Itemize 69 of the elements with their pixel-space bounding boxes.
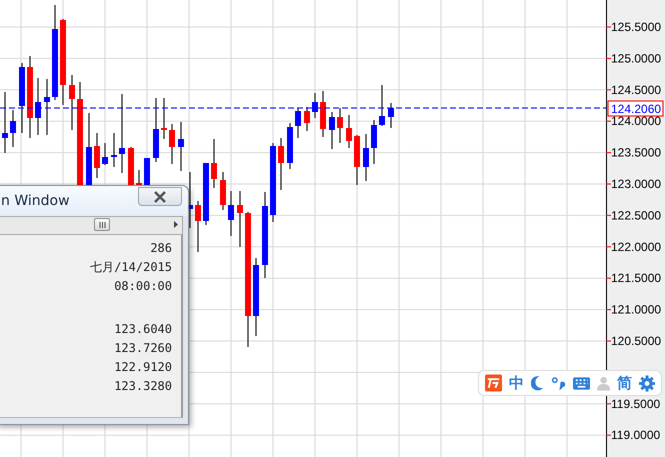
- candle: [19, 62, 25, 134]
- logo-icon[interactable]: [485, 374, 502, 392]
- info-value: 08:00:00: [114, 278, 172, 295]
- right-arrow-icon[interactable]: [174, 221, 178, 228]
- candle: [203, 162, 209, 226]
- info-value: 286: [150, 240, 172, 257]
- candle: [69, 74, 75, 130]
- grip-icon: [98, 222, 106, 228]
- input-mode-toggle[interactable]: 中: [509, 374, 524, 392]
- candle: [211, 138, 217, 188]
- axis-label: 125.0000: [611, 51, 662, 66]
- candle: [44, 78, 50, 136]
- candle: [278, 138, 284, 190]
- candle: [320, 90, 326, 138]
- scroll-thumb[interactable]: [94, 218, 110, 231]
- info-value: 七月/14/2015: [90, 259, 172, 276]
- candle: [94, 132, 100, 178]
- close-icon: [153, 190, 167, 202]
- axis-label: 121.0000: [611, 302, 662, 317]
- axis-label: 124.5000: [611, 82, 662, 97]
- close-button[interactable]: [138, 187, 182, 206]
- candle: [337, 108, 343, 144]
- axis-label: 125.5000: [611, 20, 662, 34]
- price-value: 123.7260: [114, 340, 172, 357]
- price-value: 123.6040: [114, 321, 172, 338]
- script-toggle[interactable]: 简: [616, 374, 632, 392]
- candle: [295, 108, 301, 138]
- candle: [128, 146, 134, 186]
- axis-label: 124.0000: [611, 114, 662, 128]
- axis-label: 123.0000: [611, 177, 662, 191]
- moon-icon[interactable]: [531, 375, 544, 391]
- candle: [228, 190, 234, 236]
- settings-icon[interactable]: [638, 374, 655, 392]
- candle: [178, 122, 184, 172]
- scrollbar[interactable]: [0, 216, 183, 235]
- candle: [153, 98, 159, 162]
- axis-label: 120.5000: [611, 334, 662, 348]
- candle: [10, 110, 16, 148]
- window-title: n Window: [0, 193, 70, 209]
- axis-label: 122.0000: [611, 240, 662, 254]
- candle: [169, 124, 175, 164]
- axis-label: 123.5000: [611, 146, 662, 160]
- candle: [371, 120, 377, 164]
- candle: [388, 102, 394, 128]
- axis-label: 121.5000: [611, 271, 662, 286]
- axis-label: 122.5000: [611, 208, 662, 222]
- candle: [102, 142, 108, 166]
- price-value: 122.9120: [114, 359, 172, 376]
- candle: [329, 112, 335, 150]
- candle: [304, 106, 310, 132]
- axis-label: 119.0000: [611, 428, 660, 442]
- keyboard-icon[interactable]: [572, 376, 590, 390]
- candle: [220, 172, 226, 210]
- candle: [195, 200, 201, 252]
- candle: [2, 92, 8, 154]
- candle: [346, 114, 352, 148]
- axis-label: 119.5000: [611, 396, 660, 411]
- price-value: 123.3280: [114, 378, 172, 395]
- punctuation-icon[interactable]: [551, 376, 566, 390]
- candle: [237, 190, 243, 248]
- candle: [379, 84, 385, 126]
- candle: [312, 92, 318, 118]
- candle: [363, 134, 369, 182]
- candle: [161, 98, 167, 140]
- candle: [287, 122, 293, 170]
- candle: [35, 78, 41, 136]
- candle: [111, 132, 117, 168]
- price-label: 124.2060: [608, 100, 664, 116]
- candle: [354, 134, 360, 186]
